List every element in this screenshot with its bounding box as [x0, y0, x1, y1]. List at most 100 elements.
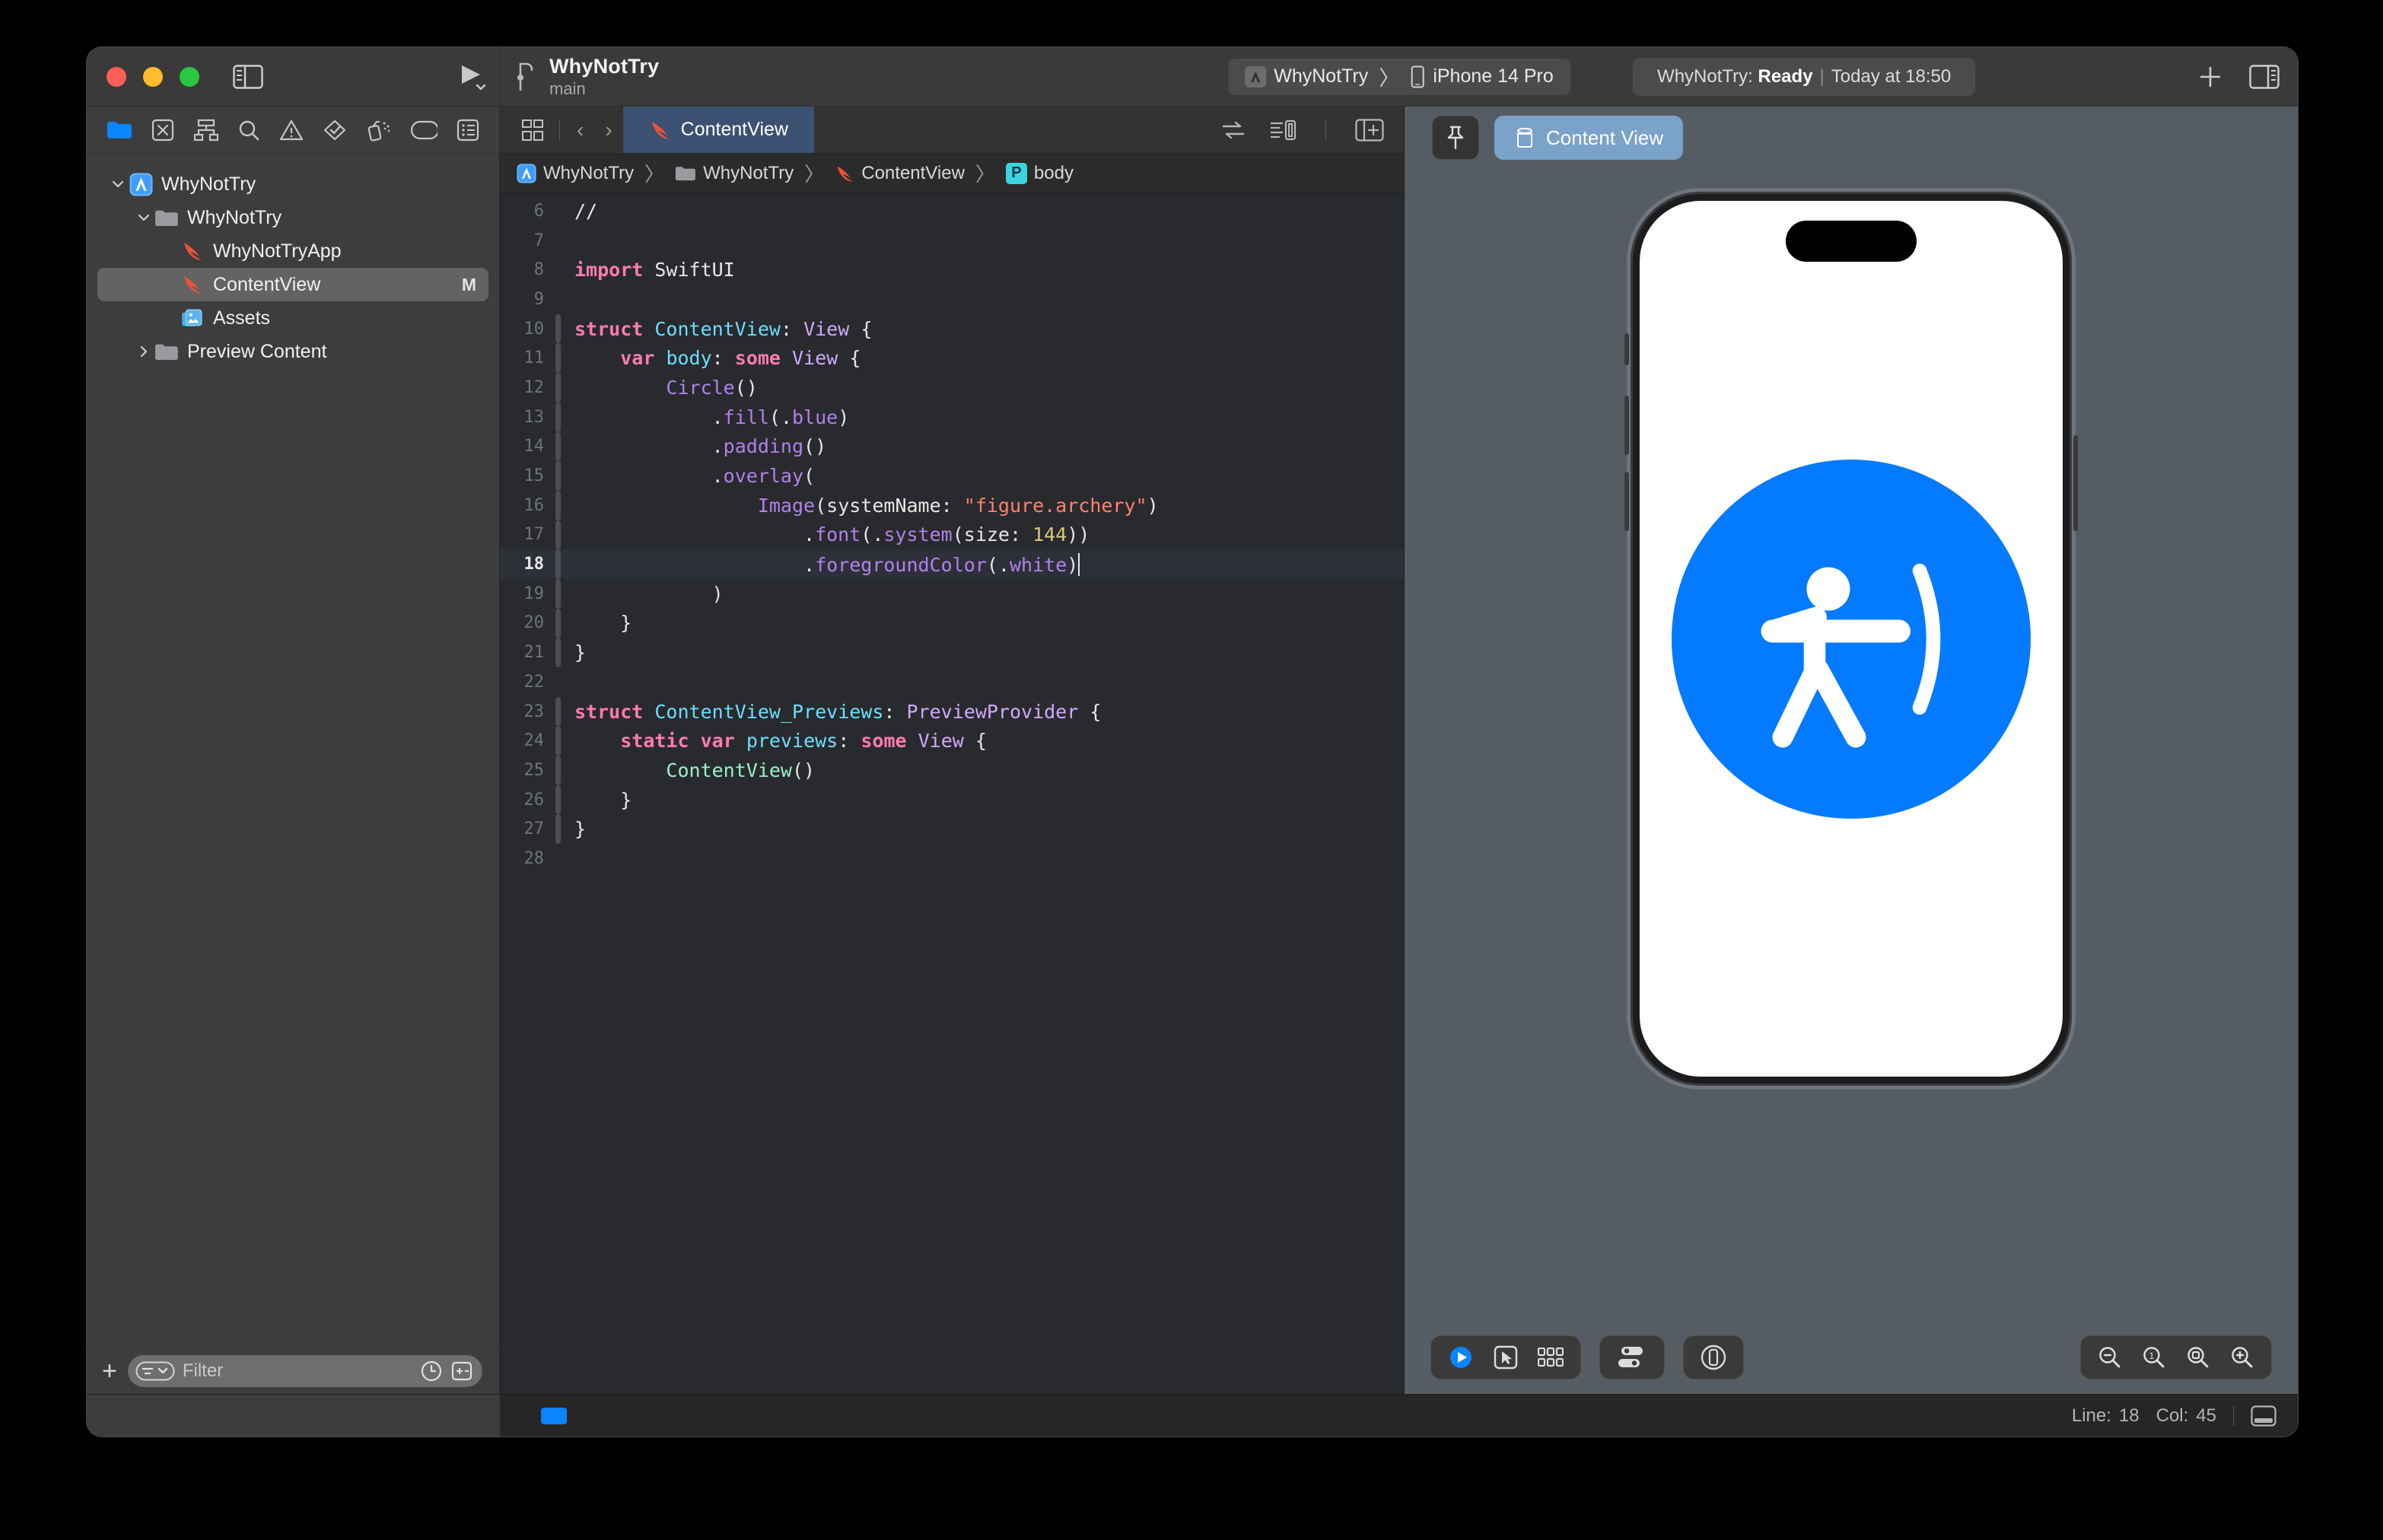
activity-status-bar[interactable]: WhyNotTry: Ready | Today at 18:50 [1633, 57, 1976, 96]
code-review-icon[interactable] [1220, 120, 1246, 140]
line-number[interactable]: 26 [500, 791, 552, 810]
code-line[interactable]: 8 import SwiftUI [500, 255, 1404, 285]
code-line[interactable]: 28 [500, 844, 1404, 873]
show-tabs-grid-icon[interactable] [512, 119, 553, 142]
code-text[interactable]: .padding() [564, 435, 827, 457]
code-line[interactable]: 10 struct ContentView: View { [500, 313, 1404, 344]
tree-item-contentview[interactable]: ContentView M [97, 268, 488, 301]
breadcrumb-item-whynottry[interactable]: WhyNotTry [517, 163, 634, 184]
zoom-100-icon[interactable]: 1 [2142, 1345, 2166, 1370]
search-icon[interactable] [237, 119, 260, 142]
source-control-icon[interactable] [151, 119, 174, 142]
variants-grid-icon[interactable] [1538, 1348, 1564, 1367]
code-fold-ribbon[interactable] [552, 373, 564, 402]
code-line[interactable]: 18 .foregroundColor(.white) [500, 549, 1404, 579]
line-number[interactable]: 14 [500, 437, 552, 456]
code-text[interactable]: struct ContentView_Previews: PreviewProv… [564, 701, 1101, 723]
line-number[interactable]: 6 [500, 202, 552, 221]
maximize-window-button[interactable] [180, 66, 199, 87]
code-text[interactable]: import SwiftUI [564, 259, 735, 281]
tree-item-whynottryapp[interactable]: WhyNotTryApp [97, 234, 488, 268]
code-line[interactable]: 23 struct ContentView_Previews: PreviewPr… [500, 696, 1404, 727]
line-number[interactable]: 22 [500, 673, 552, 692]
selectable-preview-icon[interactable] [1494, 1345, 1518, 1370]
breakpoint-tag-icon[interactable] [410, 120, 437, 140]
line-number[interactable]: 27 [500, 819, 552, 838]
tab-contentview[interactable]: ContentView [622, 107, 814, 153]
code-line[interactable]: 22 [500, 667, 1404, 697]
code-fold-ribbon[interactable] [552, 696, 564, 727]
zoom-in-icon[interactable] [2230, 1345, 2254, 1370]
navigate-forward-button[interactable]: › [594, 118, 622, 142]
code-text[interactable]: .overlay( [564, 465, 815, 487]
toggle-navigator-icon[interactable] [233, 64, 263, 89]
close-window-button[interactable] [107, 66, 126, 87]
editor-options-icon[interactable] [1269, 119, 1296, 141]
code-text[interactable]: } [564, 612, 632, 634]
code-line[interactable]: 9 [500, 285, 1404, 314]
code-text[interactable]: } [564, 818, 586, 840]
source-code-editor[interactable]: 6 // 7 8 import SwiftUI 9 10 struct ContentView… [500, 193, 1404, 1394]
folder-icon[interactable] [107, 119, 132, 141]
code-text[interactable]: // [564, 200, 597, 222]
code-fold-ribbon[interactable] [552, 726, 564, 756]
code-line[interactable]: 25 ContentView() [500, 756, 1404, 785]
code-line[interactable]: 13 .fill(.blue) [500, 402, 1404, 432]
line-number[interactable]: 10 [500, 320, 552, 339]
tree-item-preview-content[interactable]: Preview Content [97, 335, 488, 368]
line-number[interactable]: 9 [500, 290, 552, 309]
navigate-back-button[interactable]: ‹ [566, 118, 594, 142]
line-number[interactable]: 15 [500, 466, 552, 485]
zoom-fit-icon[interactable] [2186, 1345, 2210, 1370]
filter-scope-chevron-icon[interactable] [135, 1360, 175, 1382]
minimize-window-button[interactable] [143, 66, 163, 87]
breadcrumb-item-body[interactable]: Pbody [1005, 162, 1074, 184]
line-number[interactable]: 16 [500, 496, 552, 515]
run-button[interactable] [456, 62, 488, 92]
tree-item-assets[interactable]: Assets [97, 301, 488, 335]
line-number[interactable]: 21 [500, 643, 552, 662]
editor-indicator[interactable] [541, 1407, 567, 1424]
add-file-button[interactable]: + [102, 1358, 117, 1384]
line-number[interactable]: 17 [500, 525, 552, 544]
code-fold-ribbon[interactable] [552, 578, 564, 609]
code-line[interactable]: 14 .padding() [500, 431, 1404, 462]
debug-area-toggle-icon[interactable] [2251, 1405, 2276, 1427]
test-diamond-icon[interactable] [323, 119, 347, 142]
source-control-filter-icon[interactable] [450, 1360, 473, 1382]
symbol-hierarchy-icon[interactable] [193, 119, 218, 142]
code-fold-ribbon[interactable] [552, 402, 564, 432]
code-line[interactable]: 24 static var previews: some View { [500, 726, 1404, 756]
code-fold-ribbon[interactable] [552, 520, 564, 550]
code-text[interactable]: .fill(.blue) [564, 406, 850, 428]
code-fold-ribbon[interactable] [552, 784, 564, 815]
debug-spray-icon[interactable] [367, 118, 391, 142]
add-editor-plus-icon[interactable] [2197, 64, 2223, 90]
line-number[interactable]: 11 [500, 348, 552, 368]
code-line[interactable]: 16 Image(systemName: "figure.archery") [500, 490, 1404, 520]
toggle-inspector-icon[interactable] [2249, 64, 2280, 89]
line-number[interactable]: 28 [500, 849, 552, 868]
code-text[interactable]: static var previews: some View { [564, 730, 987, 752]
filter-input[interactable]: Filter [127, 1354, 482, 1387]
line-number[interactable]: 12 [500, 378, 552, 397]
warning-triangle-icon[interactable] [279, 119, 304, 142]
code-line[interactable]: 15 .overlay( [500, 461, 1404, 491]
code-text[interactable]: } [564, 641, 586, 663]
device-bezel-icon[interactable] [1701, 1344, 1726, 1370]
code-text[interactable]: Circle() [564, 377, 757, 399]
code-fold-ribbon[interactable] [552, 549, 564, 579]
code-text[interactable]: .foregroundColor(.white) [564, 552, 1080, 576]
line-number[interactable]: 24 [500, 731, 552, 750]
code-text[interactable]: ) [564, 583, 724, 605]
code-fold-ribbon[interactable] [552, 814, 564, 845]
code-line[interactable]: 17 .font(.system(size: 144)) [500, 520, 1404, 550]
code-text[interactable]: struct ContentView: View { [564, 318, 872, 340]
code-fold-ribbon[interactable] [552, 490, 564, 520]
code-fold-ribbon[interactable] [552, 608, 564, 638]
pin-preview-button[interactable] [1432, 116, 1479, 160]
add-editor-icon[interactable] [1355, 118, 1384, 142]
preview-target-chip[interactable]: Content View [1494, 116, 1684, 160]
code-line[interactable]: 11 var body: some View { [500, 343, 1404, 374]
clock-icon[interactable] [420, 1360, 443, 1382]
